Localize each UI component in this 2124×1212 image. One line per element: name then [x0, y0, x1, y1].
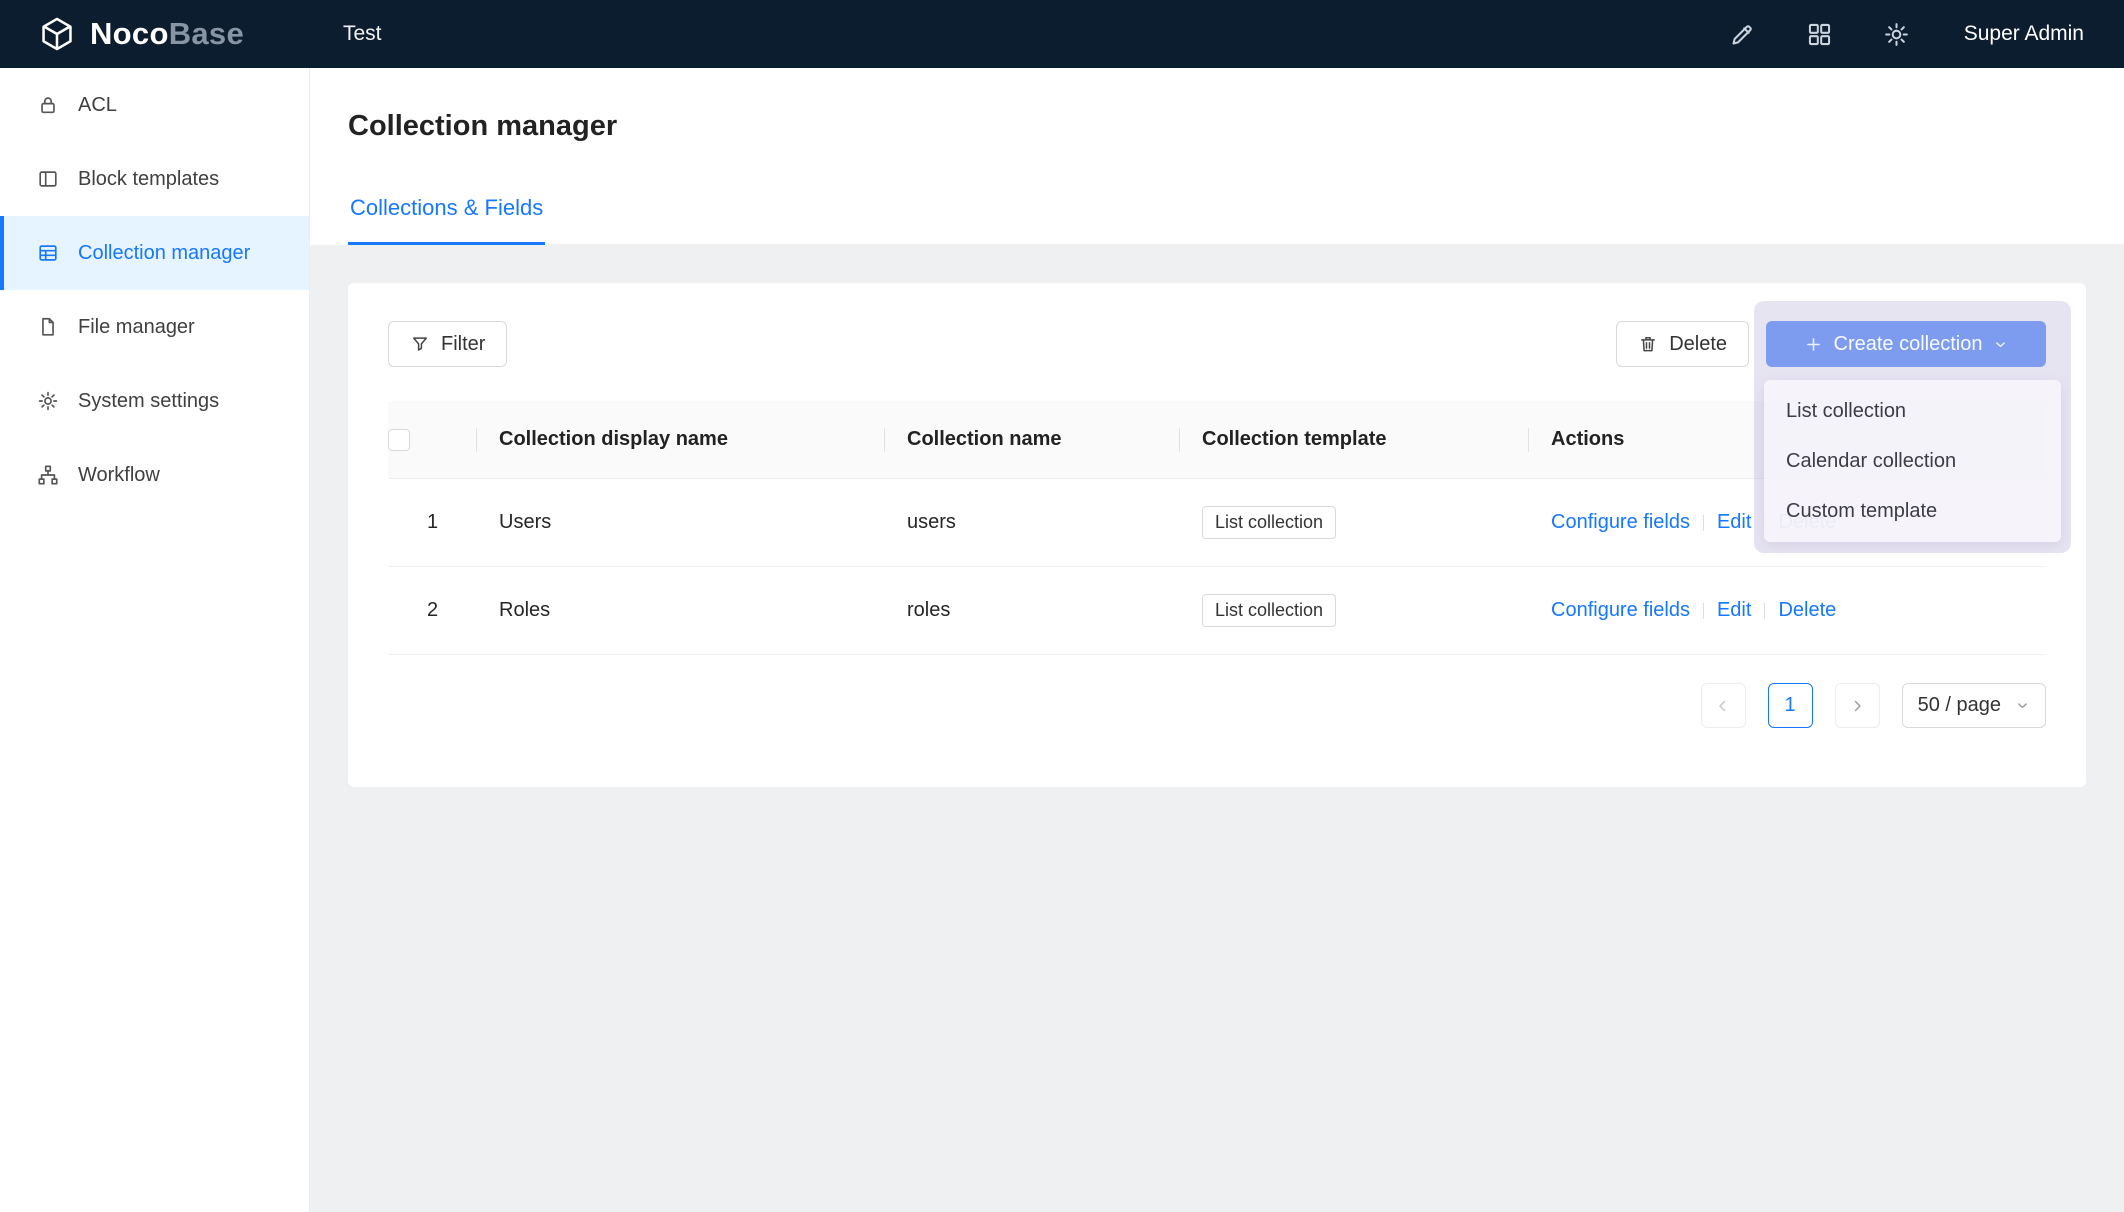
sidebar-item-workflow[interactable]: Workflow [0, 438, 309, 512]
page-size-select[interactable]: 50 / page [1902, 683, 2046, 728]
row-index: 2 [388, 567, 477, 655]
lock-icon [37, 94, 59, 116]
brand-logo[interactable]: NocoBase [38, 15, 303, 53]
sidebar-item-acl[interactable]: ACL [0, 68, 309, 142]
top-menu-test[interactable]: Test [343, 22, 382, 46]
column-header-template: Collection template [1180, 401, 1529, 479]
cell-actions: Configure fields Edit Delete [1529, 567, 2046, 655]
column-header-display-name: Collection display name [477, 401, 885, 479]
gear-icon [37, 390, 59, 412]
sidebar-item-label: ACL [78, 94, 117, 117]
page-title: Collection manager [348, 68, 2124, 143]
nocobase-cube-icon [38, 15, 76, 53]
pagination: 1 50 / page [388, 683, 2046, 728]
gear-icon[interactable] [1883, 21, 1910, 48]
filter-icon [410, 334, 430, 354]
main-layout: ACL Block templates Collection manager [0, 68, 2124, 1212]
chevron-left-icon [1714, 697, 1732, 715]
main-area: Collection manager Collections & Fields … [310, 68, 2124, 1212]
sidebar-item-block-templates[interactable]: Block templates [0, 142, 309, 216]
action-divider [1764, 603, 1765, 619]
column-header-name: Collection name [885, 401, 1180, 479]
layout-icon [37, 168, 59, 190]
app: NocoBase Test [0, 0, 2124, 1212]
chevron-right-icon [1848, 697, 1866, 715]
sidebar-item-label: File manager [78, 316, 195, 339]
configure-fields-link[interactable]: Configure fields [1551, 511, 1690, 533]
sidebar: ACL Block templates Collection manager [0, 68, 310, 1212]
top-header: NocoBase Test [0, 0, 2124, 68]
file-icon [37, 316, 59, 338]
template-tag: List collection [1202, 594, 1336, 627]
user-menu[interactable]: Super Admin [1964, 22, 2084, 46]
menu-item-list-collection[interactable]: List collection [1764, 386, 2061, 436]
workflow-icon [37, 464, 59, 486]
edit-link[interactable]: Edit [1717, 511, 1751, 533]
chevron-down-icon [2015, 698, 2030, 713]
header-actions: Super Admin [1729, 21, 2084, 48]
highlighter-icon[interactable] [1729, 21, 1756, 48]
content-area: Filter Delete [310, 245, 2124, 1212]
sidebar-item-file-manager[interactable]: File manager [0, 290, 309, 364]
page-head: Collection manager Collections & Fields [310, 68, 2124, 245]
cell-name: users [885, 479, 1180, 567]
menu-item-custom-template[interactable]: Custom template [1764, 486, 2061, 536]
action-divider [1703, 515, 1704, 531]
trash-icon [1638, 334, 1658, 354]
template-tag: List collection [1202, 506, 1336, 539]
create-collection-dropdown-overlay: Create collection List collection Calend… [1754, 301, 2071, 553]
pagination-next-button[interactable] [1835, 683, 1880, 728]
sidebar-item-label: Collection manager [78, 242, 250, 265]
collections-card: Filter Delete [348, 283, 2086, 787]
delete-button[interactable]: Delete [1616, 321, 1749, 367]
menu-item-calendar-collection[interactable]: Calendar collection [1764, 436, 2061, 486]
row-index: 1 [388, 479, 477, 567]
brand-name: NocoBase [90, 16, 244, 52]
table-row: 2 Roles roles List collection Configure … [388, 567, 2046, 655]
sidebar-item-label: Block templates [78, 168, 219, 191]
select-all-checkbox[interactable] [388, 429, 410, 451]
tabs-bar: Collections & Fields [348, 195, 2124, 245]
pagination-prev-button[interactable] [1701, 683, 1746, 728]
plus-icon [1804, 335, 1823, 354]
sidebar-item-system-settings[interactable]: System settings [0, 364, 309, 438]
cell-name: roles [885, 567, 1180, 655]
delete-link[interactable]: Delete [1778, 599, 1836, 621]
edit-link[interactable]: Edit [1717, 599, 1751, 621]
create-collection-button[interactable]: Create collection [1766, 321, 2046, 367]
sidebar-item-collection-manager[interactable]: Collection manager [0, 216, 309, 290]
filter-button[interactable]: Filter [388, 321, 507, 367]
tab-collections-fields[interactable]: Collections & Fields [348, 195, 545, 245]
action-divider [1703, 603, 1704, 619]
table-icon [37, 242, 59, 264]
pagination-page-1[interactable]: 1 [1768, 683, 1813, 728]
cell-display-name: Users [477, 479, 885, 567]
apps-icon[interactable] [1806, 21, 1833, 48]
sidebar-item-label: Workflow [78, 464, 160, 487]
chevron-down-icon [1993, 337, 2008, 352]
configure-fields-link[interactable]: Configure fields [1551, 599, 1690, 621]
create-collection-menu: List collection Calendar collection Cust… [1764, 380, 2061, 542]
sidebar-item-label: System settings [78, 390, 219, 413]
cell-display-name: Roles [477, 567, 885, 655]
